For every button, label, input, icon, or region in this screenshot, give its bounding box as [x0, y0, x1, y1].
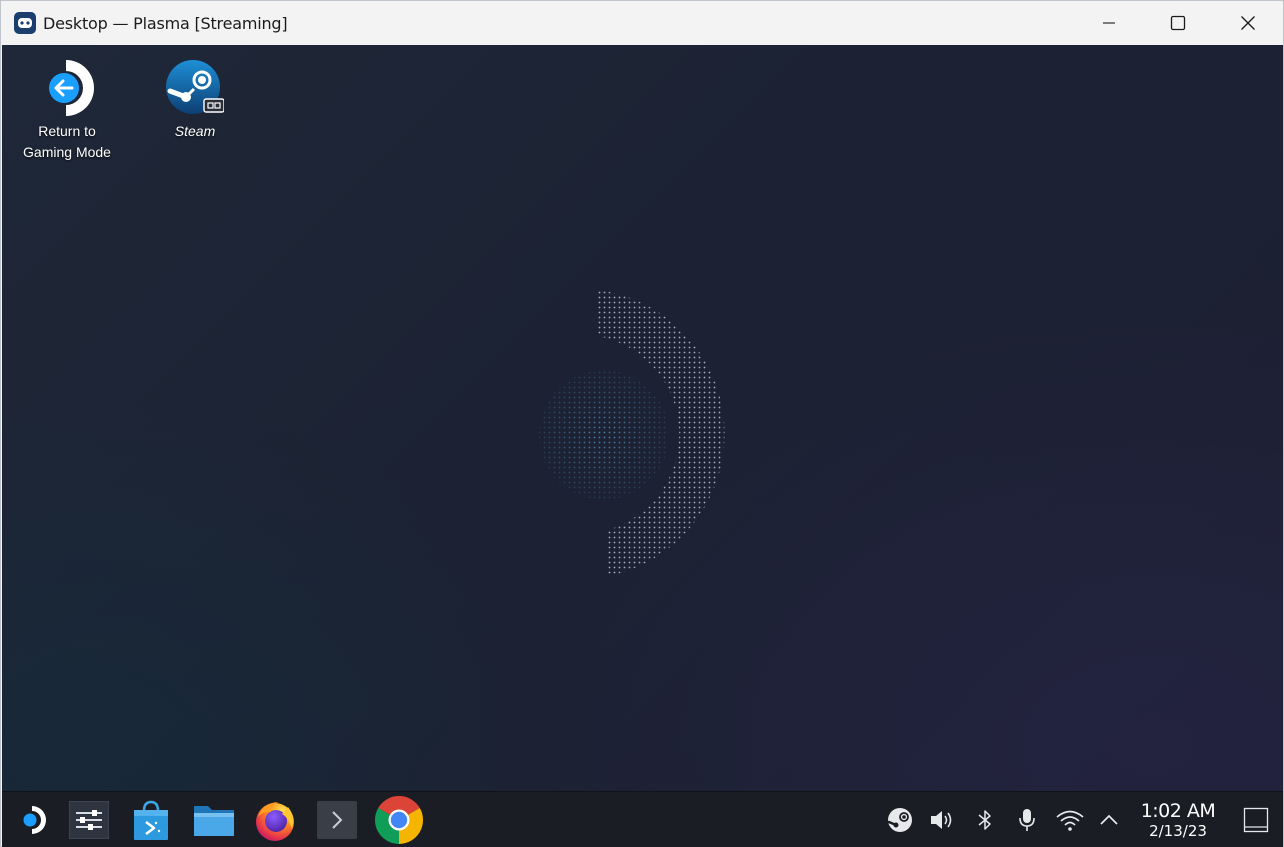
discover-store-button[interactable]	[127, 792, 175, 847]
clock[interactable]: 1:02 AM 2/13/23	[1128, 800, 1228, 840]
chrome-icon	[375, 796, 423, 844]
desktop-icon-return-to-gaming-mode[interactable]: Return to Gaming Mode	[12, 59, 122, 163]
desktop[interactable]: Return to Gaming Mode Steam	[2, 45, 1283, 791]
bluetooth-icon	[978, 810, 991, 830]
close-icon	[1241, 16, 1255, 30]
volume-button[interactable]	[924, 792, 960, 847]
wifi-button[interactable]	[1050, 792, 1090, 847]
show-hidden-icons-button[interactable]	[1094, 792, 1124, 847]
steam-icon	[166, 59, 225, 117]
speaker-icon	[931, 811, 952, 829]
clock-date: 2/13/23	[1149, 822, 1207, 840]
desktop-icon-label: Return to Gaming Mode	[23, 123, 111, 160]
show-desktop-icon	[1243, 807, 1269, 833]
wifi-icon	[1056, 810, 1084, 831]
taskbar: 1:02 AM 2/13/23	[2, 791, 1283, 847]
streaming-window: Desktop — Plasma [Streaming] Return to G…	[0, 0, 1284, 847]
steam-tray-icon	[887, 808, 912, 832]
steamdeck-logo-icon	[23, 806, 46, 834]
system-settings-button[interactable]	[65, 792, 113, 847]
folder-icon	[194, 806, 234, 836]
return-to-gaming-mode-icon	[38, 59, 96, 117]
gamepad-icon	[14, 12, 36, 34]
microphone-button[interactable]	[1010, 792, 1044, 847]
window-title: Desktop — Plasma [Streaming]	[43, 13, 288, 33]
firefox-button[interactable]	[250, 792, 300, 847]
steam-deck-logo-wallpaper	[537, 290, 725, 576]
show-desktop-button[interactable]	[1238, 792, 1274, 847]
chrome-button[interactable]	[372, 792, 426, 847]
firefox-icon	[256, 802, 294, 841]
minimize-icon	[1103, 22, 1115, 24]
minimize-button[interactable]	[1074, 1, 1144, 45]
settings-sliders-icon	[69, 801, 109, 839]
terminal-icon	[317, 801, 357, 839]
terminal-button[interactable]	[313, 792, 361, 847]
microphone-icon	[1019, 809, 1035, 831]
maximize-button[interactable]	[1143, 1, 1213, 45]
steam-tray-button[interactable]	[882, 792, 918, 847]
title-bar[interactable]: Desktop — Plasma [Streaming]	[1, 1, 1283, 45]
file-manager-button[interactable]	[188, 792, 240, 847]
close-button[interactable]	[1213, 1, 1283, 45]
store-bag-icon	[134, 800, 168, 840]
bluetooth-button[interactable]	[968, 792, 1002, 847]
clock-time: 1:02 AM	[1140, 800, 1216, 822]
desktop-icon-steam[interactable]: Steam	[140, 59, 250, 142]
application-launcher-button[interactable]	[12, 792, 54, 847]
desktop-icon-label: Steam	[174, 123, 216, 139]
maximize-icon	[1170, 15, 1186, 31]
chevron-up-icon	[1100, 814, 1118, 825]
